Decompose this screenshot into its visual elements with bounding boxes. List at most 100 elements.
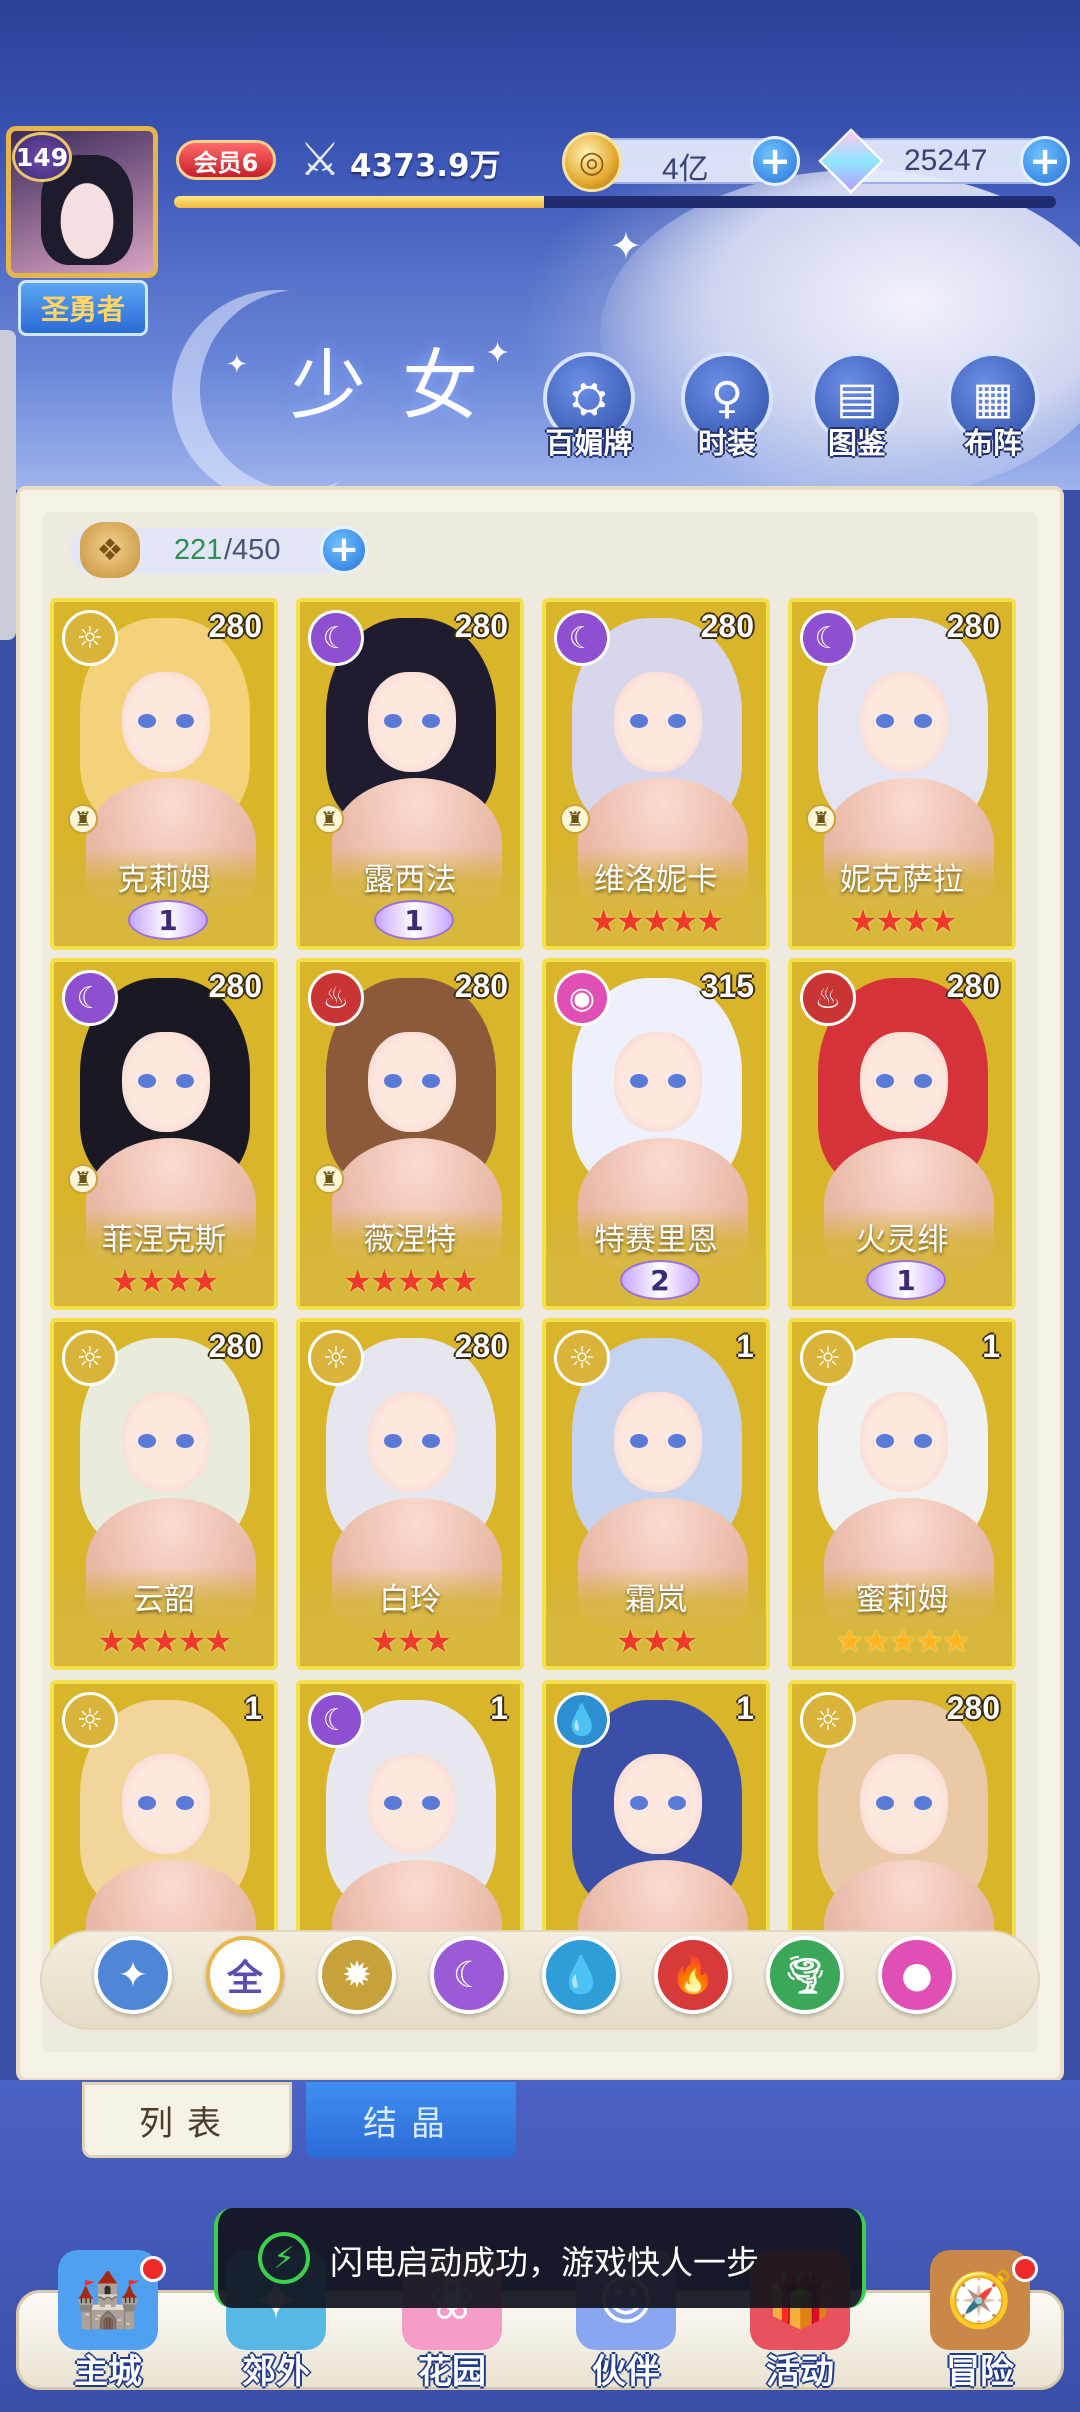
tab-list[interactable]: 列表 — [82, 2082, 292, 2158]
toast-text: 闪电启动成功，游戏快人一步 — [330, 2243, 759, 2282]
filter-astral-button[interactable]: ● — [878, 1936, 956, 2014]
moon-element-icon: ☾ — [62, 970, 118, 1026]
hero-stars: ★★★ — [369, 1622, 452, 1660]
hero-name: 妮克萨拉 — [840, 862, 964, 898]
hero-level: 1 — [244, 1690, 262, 1726]
hero-card[interactable]: ☼ 280 白玲 ★★★ — [296, 1318, 524, 1670]
gold-currency: ◎ 4亿 + — [562, 132, 800, 192]
nav-compass[interactable]: 🧭 冒险 — [900, 2250, 1060, 2400]
formation-button[interactable]: ▦ 布阵 — [938, 352, 1048, 462]
light-element-icon: ☼ — [308, 1330, 364, 1386]
player-level: 149 — [12, 132, 72, 182]
light-element-icon: ☼ — [62, 1692, 118, 1748]
hero-name: 火灵绯 — [855, 1222, 949, 1258]
add-diamond-button[interactable]: + — [1020, 136, 1070, 186]
tab-crystal[interactable]: 结晶 — [306, 2082, 516, 2158]
nav-label: 活动 — [766, 2352, 834, 2392]
hero-level: 1 — [736, 1690, 754, 1726]
hero-card[interactable]: ☼ 1 蜜莉姆 ★★★★★ — [788, 1318, 1016, 1670]
hero-level: 280 — [208, 968, 262, 1004]
astral-element-icon: ◉ — [554, 970, 610, 1026]
combat-power-icon: ⚔ — [299, 132, 341, 186]
moon-element-icon: ☾ — [554, 610, 610, 666]
hero-card[interactable]: ☼ 280 云韶 ★★★★★ — [50, 1318, 278, 1670]
rank-icon: ♜ — [68, 1164, 98, 1194]
hero-stars: ★★★★★ — [589, 902, 724, 940]
side-drawer-handle[interactable] — [0, 330, 16, 640]
expand-capacity-button[interactable]: + — [320, 526, 368, 574]
hero-level: 280 — [946, 968, 1000, 1004]
toast-notification: ⚡ 闪电启动成功，游戏快人一步 — [214, 2208, 866, 2308]
hero-card[interactable]: ☾ 280 ♜ 菲涅克斯 ★★★★ — [50, 958, 278, 1310]
hero-stars: ★★★ — [615, 1622, 698, 1660]
filter-light-button[interactable]: ✹ — [318, 1936, 396, 2014]
filter-fire-button[interactable]: 🔥 — [654, 1936, 732, 2014]
hero-stars: ★★★★★ — [343, 1262, 478, 1300]
add-gold-button[interactable]: + — [750, 136, 800, 186]
light-element-icon: ✹ — [341, 1954, 373, 1996]
diamond-value: 25247 — [904, 144, 988, 177]
bag-icon: ❖ — [80, 522, 140, 578]
hero-level: 280 — [454, 1328, 508, 1364]
filter-moon-button[interactable]: ☾ — [430, 1936, 508, 2014]
hero-card[interactable]: ☼ 1 霜岚 ★★★ — [542, 1318, 770, 1670]
fire-element-icon: ♨ — [800, 970, 856, 1026]
hero-level: 280 — [454, 608, 508, 644]
hero-name: 云韶 — [133, 1582, 195, 1618]
hero-name: 露西法 — [363, 862, 457, 898]
sparkle-icon: ✦ — [610, 224, 642, 268]
awaken-wing-badge: 1 — [374, 900, 454, 940]
hero-capacity: ❖ 221 /450 + — [70, 522, 368, 578]
moon-element-icon: ☾ — [452, 1954, 486, 1996]
exp-bar — [174, 196, 1056, 208]
fire-element-icon: ♨ — [308, 970, 364, 1026]
filter-nature-button[interactable]: 🌪 — [766, 1936, 844, 2014]
hero-card[interactable]: ♨ 280 火灵绯 1 — [788, 958, 1016, 1310]
gold-value: 4亿 — [662, 153, 709, 186]
moon-element-icon: ☾ — [308, 610, 364, 666]
hero-card[interactable]: ☼ 280 ♜ 克莉姆 1 — [50, 598, 278, 950]
hero-level: 280 — [208, 608, 262, 644]
astral-element-icon: ● — [901, 1954, 933, 1996]
filter-wind-button[interactable]: ✦ — [94, 1936, 172, 2014]
hero-level: 315 — [700, 968, 754, 1004]
page-title: 少女 — [290, 341, 514, 430]
light-element-icon: ☼ — [800, 1692, 856, 1748]
notification-dot — [1012, 2256, 1038, 2282]
vip-badge[interactable]: 会员6 — [176, 140, 276, 180]
light-element-icon: ☼ — [800, 1330, 856, 1386]
light-element-icon: ☼ — [62, 610, 118, 666]
player-title-badge[interactable]: 圣勇者 — [18, 280, 148, 336]
hero-name: 菲涅克斯 — [102, 1222, 226, 1258]
hero-card[interactable]: ☾ 280 ♜ 妮克萨拉 ★★★★ — [788, 598, 1016, 950]
hero-stars: ★★★★★ — [97, 1622, 232, 1660]
nav-label: 郊外 — [242, 2352, 310, 2392]
codex-button[interactable]: ▤ 图鉴 — [802, 352, 912, 462]
moon-element-icon: ☾ — [308, 1692, 364, 1748]
hero-name: 蜜莉姆 — [855, 1582, 949, 1618]
hero-card[interactable]: ◉ 315 特赛里恩 2 — [542, 958, 770, 1310]
water-element-icon: 💧 — [554, 1692, 610, 1748]
hero-card[interactable]: ☾ 280 ♜ 露西法 1 — [296, 598, 524, 950]
hero-level: 1 — [736, 1328, 754, 1364]
hero-name: 维洛妮卡 — [594, 862, 718, 898]
rank-icon: ♜ — [560, 804, 590, 834]
diamond-currency: 25247 + — [818, 128, 1070, 194]
hero-name: 特赛里恩 — [594, 1222, 718, 1258]
fashion-button[interactable]: ♀ 时装 — [672, 352, 782, 462]
notification-dot — [140, 2256, 166, 2282]
hero-name: 克莉姆 — [117, 862, 211, 898]
filter-all-label: 全 — [226, 1958, 263, 1999]
nav-label: 花园 — [418, 2352, 486, 2392]
filter-all-button[interactable]: 全 — [206, 1936, 284, 2014]
cards-button[interactable]: ⛭ 百媚牌 — [534, 352, 644, 462]
rank-icon: ♜ — [68, 804, 98, 834]
rank-icon: ♜ — [314, 804, 344, 834]
hero-level: 280 — [208, 1328, 262, 1364]
filter-water-button[interactable]: 💧 — [542, 1936, 620, 2014]
hero-level: 280 — [946, 608, 1000, 644]
hero-card[interactable]: ☾ 280 ♜ 维洛妮卡 ★★★★★ — [542, 598, 770, 950]
combat-power-value: 4373.9万 — [350, 148, 501, 184]
hero-card[interactable]: ♨ 280 ♜ 薇涅特 ★★★★★ — [296, 958, 524, 1310]
nav-castle[interactable]: 🏰 主城 — [28, 2250, 188, 2400]
